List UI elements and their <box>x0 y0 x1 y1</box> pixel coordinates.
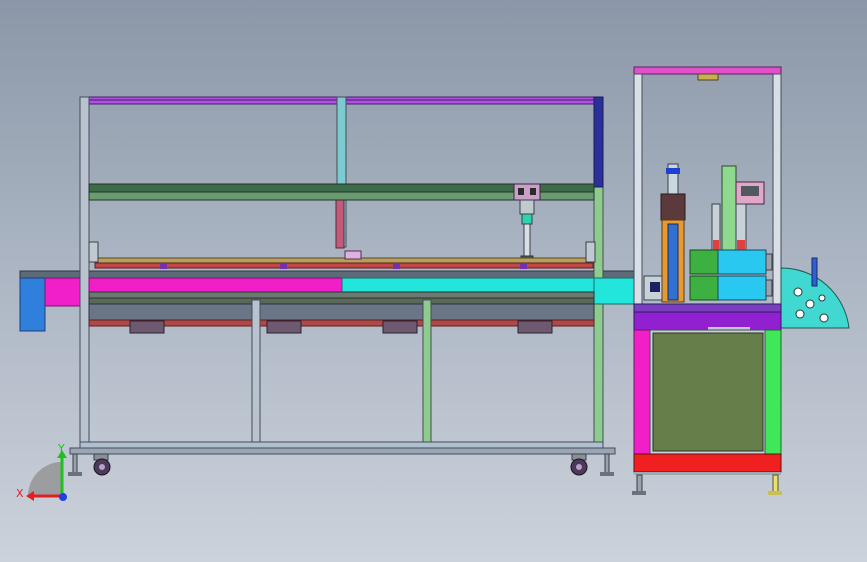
bottom-beam <box>79 441 604 449</box>
tower-top-beam <box>633 66 782 75</box>
conveyor-bed-cyan <box>341 277 595 293</box>
cabinet-door[interactable] <box>652 332 764 452</box>
left-magenta-block <box>44 277 82 307</box>
gantry-carriage <box>513 183 541 201</box>
cabinet-base <box>633 453 782 473</box>
caster-wheel-icon <box>93 453 111 476</box>
upper-motor <box>689 249 773 275</box>
caster-wheel-icon <box>570 453 588 476</box>
cabinet-module[interactable] <box>632 66 850 495</box>
conveyor-bed-magenta <box>88 277 343 293</box>
x-axis-label: X <box>16 487 24 500</box>
lower-rail <box>94 257 594 264</box>
lower-motor <box>689 275 773 301</box>
cabinet-top-band <box>633 311 782 331</box>
machine-drawing: Y X <box>16 66 850 501</box>
conveyor-module[interactable] <box>19 96 641 476</box>
coordinate-triad-icon: Y X <box>16 442 67 501</box>
cabinet-left-panel <box>633 329 651 455</box>
indexing-disc <box>780 257 850 329</box>
cabinet-right-panel <box>764 329 782 455</box>
left-upright <box>79 96 90 454</box>
tower-right-upright <box>772 73 782 315</box>
y-axis-label: Y <box>57 442 65 455</box>
cad-viewport[interactable]: Y X <box>0 0 867 562</box>
tower-left-upright <box>633 73 643 315</box>
left-end-block <box>19 277 46 332</box>
